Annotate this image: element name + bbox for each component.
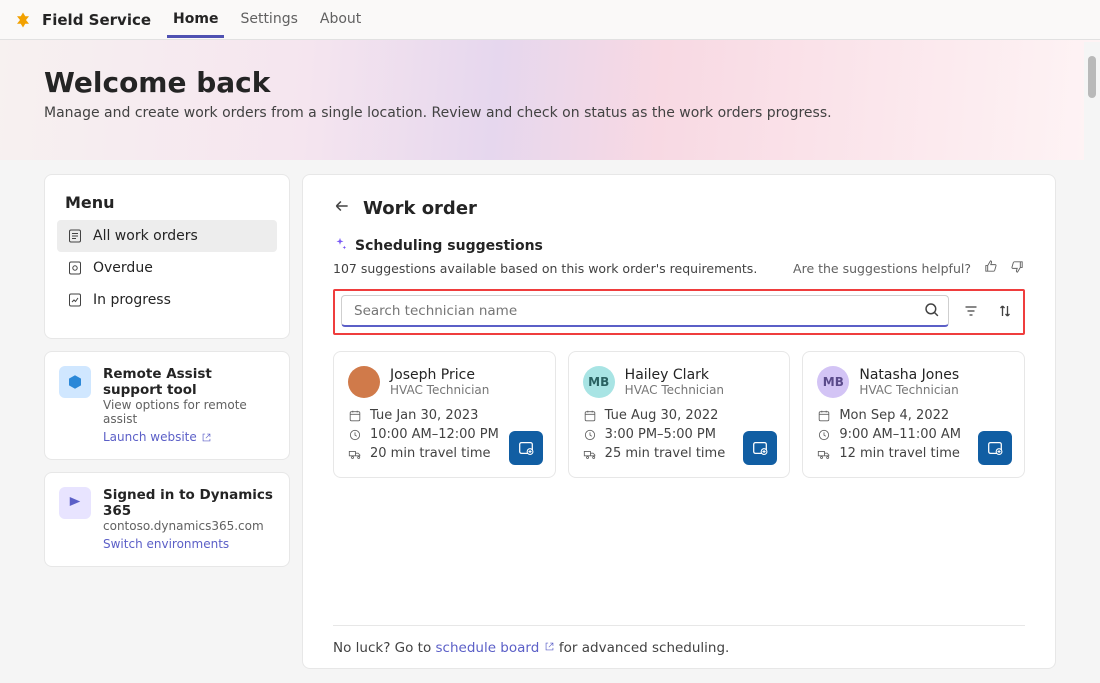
truck-icon bbox=[348, 447, 362, 461]
info-card-subtitle: View options for remote assist bbox=[103, 398, 275, 426]
menu-card: Menu All work orders Overdue In progress bbox=[44, 174, 290, 339]
search-toolbar-highlight bbox=[333, 289, 1025, 335]
filter-button[interactable] bbox=[959, 299, 983, 323]
remote-assist-card: Remote Assist support tool View options … bbox=[44, 351, 290, 460]
helpful-prompt: Are the suggestions helpful? bbox=[793, 261, 971, 276]
assign-icon bbox=[986, 439, 1004, 457]
clock-icon bbox=[348, 428, 362, 442]
open-external-icon bbox=[201, 432, 212, 443]
suggestions-header: Scheduling suggestions bbox=[333, 237, 1025, 255]
filter-icon bbox=[963, 303, 979, 319]
assign-icon bbox=[751, 439, 769, 457]
technician-name: Joseph Price bbox=[390, 367, 489, 383]
assign-button[interactable] bbox=[743, 431, 777, 465]
thumbs-up-button[interactable] bbox=[983, 259, 998, 277]
technician-role: HVAC Technician bbox=[859, 383, 959, 397]
arrow-left-icon bbox=[333, 197, 351, 215]
scrollbar-thumb[interactable] bbox=[1088, 56, 1096, 98]
no-luck-footer: No luck? Go to schedule board for advanc… bbox=[333, 625, 1025, 656]
top-app-bar: Field Service Home Settings About bbox=[0, 0, 1100, 40]
truck-icon bbox=[817, 447, 831, 461]
sort-icon bbox=[997, 303, 1013, 319]
open-external-icon bbox=[544, 641, 555, 652]
work-order-title: Work order bbox=[363, 198, 477, 219]
truck-icon bbox=[583, 447, 597, 461]
technician-date: Mon Sep 4, 2022 bbox=[817, 408, 1010, 423]
menu-item-overdue[interactable]: Overdue bbox=[57, 252, 277, 284]
suggestions-count: 107 suggestions available based on this … bbox=[333, 261, 757, 276]
thumbs-up-icon bbox=[983, 259, 998, 274]
dynamics-icon bbox=[59, 487, 91, 519]
thumbs-down-button[interactable] bbox=[1010, 259, 1025, 277]
avatar bbox=[348, 366, 380, 398]
progress-icon bbox=[67, 292, 83, 308]
menu-heading: Menu bbox=[57, 193, 277, 220]
calendar-icon bbox=[348, 409, 362, 423]
technician-card[interactable]: Joseph PriceHVAC Technician Tue Jan 30, 2… bbox=[333, 351, 556, 478]
switch-environments-link[interactable]: Switch environments bbox=[103, 537, 229, 551]
info-card-title: Signed in to Dynamics 365 bbox=[103, 487, 275, 519]
menu-item-label: Overdue bbox=[93, 260, 153, 276]
sort-button[interactable] bbox=[993, 299, 1017, 323]
assign-button[interactable] bbox=[978, 431, 1012, 465]
remote-assist-icon bbox=[59, 366, 91, 398]
launch-website-link[interactable]: Launch website bbox=[103, 430, 212, 444]
search-icon bbox=[923, 301, 941, 323]
menu-item-in-progress[interactable]: In progress bbox=[57, 284, 277, 316]
technician-card[interactable]: MB Natasha JonesHVAC Technician Mon Sep 4,… bbox=[802, 351, 1025, 478]
clock-icon bbox=[817, 428, 831, 442]
technician-date: Tue Aug 30, 2022 bbox=[583, 408, 776, 423]
technician-name: Natasha Jones bbox=[859, 367, 959, 383]
avatar: MB bbox=[583, 366, 615, 398]
sparkle-icon bbox=[333, 237, 347, 255]
page-title: Welcome back bbox=[44, 66, 1056, 99]
nav-about[interactable]: About bbox=[314, 2, 367, 38]
work-order-panel: Work order Scheduling suggestions 107 su… bbox=[302, 174, 1056, 669]
calendar-icon bbox=[583, 409, 597, 423]
technician-name: Hailey Clark bbox=[625, 367, 724, 383]
clock-alert-icon bbox=[67, 260, 83, 276]
app-logo-icon bbox=[14, 11, 32, 29]
thumbs-down-icon bbox=[1010, 259, 1025, 274]
nav-settings[interactable]: Settings bbox=[234, 2, 303, 38]
clock-icon bbox=[583, 428, 597, 442]
schedule-board-link[interactable]: schedule board bbox=[436, 640, 555, 656]
page-subtitle: Manage and create work orders from a sin… bbox=[44, 105, 1056, 121]
assign-button[interactable] bbox=[509, 431, 543, 465]
calendar-icon bbox=[817, 409, 831, 423]
technician-role: HVAC Technician bbox=[390, 383, 489, 397]
document-list-icon bbox=[67, 228, 83, 244]
info-card-title: Remote Assist support tool bbox=[103, 366, 275, 398]
menu-item-all-work-orders[interactable]: All work orders bbox=[57, 220, 277, 252]
app-name: Field Service bbox=[42, 11, 151, 29]
avatar: MB bbox=[817, 366, 849, 398]
assign-icon bbox=[517, 439, 535, 457]
dynamics-signin-card: Signed in to Dynamics 365 contoso.dynami… bbox=[44, 472, 290, 567]
nav-home[interactable]: Home bbox=[167, 2, 224, 38]
info-card-subtitle: contoso.dynamics365.com bbox=[103, 519, 275, 533]
menu-item-label: In progress bbox=[93, 292, 171, 308]
technician-search-input[interactable] bbox=[341, 295, 949, 327]
menu-item-label: All work orders bbox=[93, 228, 198, 244]
technician-role: HVAC Technician bbox=[625, 383, 724, 397]
technician-date: Tue Jan 30, 2023 bbox=[348, 408, 541, 423]
back-button[interactable] bbox=[333, 197, 351, 219]
suggestions-label: Scheduling suggestions bbox=[355, 238, 543, 254]
technician-card[interactable]: MB Hailey ClarkHVAC Technician Tue Aug 30,… bbox=[568, 351, 791, 478]
vertical-scrollbar[interactable] bbox=[1084, 42, 1100, 673]
hero-banner: Welcome back Manage and create work orde… bbox=[0, 40, 1100, 160]
